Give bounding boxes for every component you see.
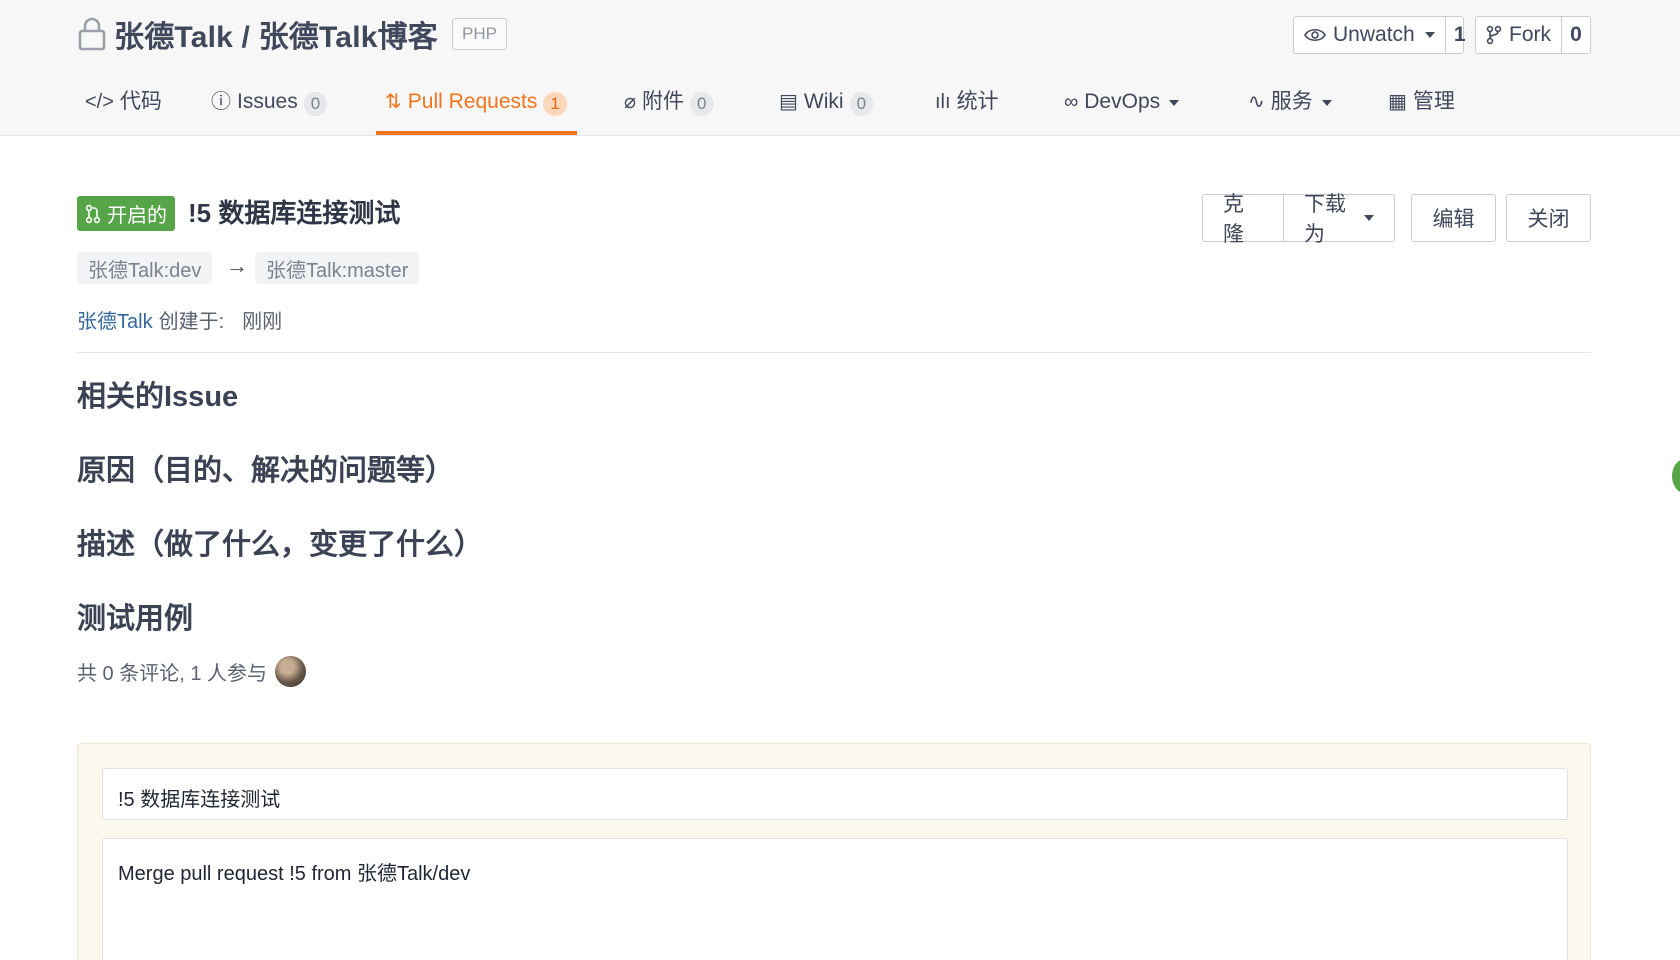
merge-title-input[interactable]: !5 数据库连接测试 <box>102 768 1568 820</box>
tab-count-badge: 1 <box>543 92 567 116</box>
source-branch[interactable]: 张德Talk:dev <box>77 252 213 284</box>
repo-tabs: </> 代码 ⓘ Issues 0 ⇅ Pull Requests 1 ⌀ 附件… <box>0 82 1680 136</box>
side-widget-button[interactable] <box>1672 458 1680 494</box>
watch-button-group: Unwatch 1 <box>1293 16 1466 54</box>
unwatch-button[interactable]: Unwatch <box>1294 17 1446 53</box>
paperclip-icon: ⌀ <box>624 91 637 113</box>
chevron-down-icon <box>1169 100 1180 106</box>
avatar[interactable] <box>275 656 307 687</box>
language-badge: PHP <box>452 18 507 50</box>
section-reason: 原因（目的、解决的问题等） <box>77 455 455 487</box>
created-label: 创建于: <box>158 311 225 333</box>
pulse-icon: ∿ <box>1248 91 1265 113</box>
tab-issues[interactable]: ⓘ Issues 0 <box>211 82 328 136</box>
status-label: 开启的 <box>107 205 167 227</box>
tab-label: 服务 <box>1270 90 1313 113</box>
section-test-cases: 测试用例 <box>77 603 194 635</box>
fork-count[interactable]: 0 <box>1562 17 1590 53</box>
tab-label: 代码 <box>119 90 162 113</box>
chevron-down-icon <box>1364 215 1374 221</box>
section-description: 描述（做了什么，变更了什么） <box>77 529 484 561</box>
created-time: 刚刚 <box>242 311 283 333</box>
repo-name[interactable]: 张德Talk / 张德Talk博客 <box>114 12 438 56</box>
close-button[interactable]: 关闭 <box>1507 195 1590 241</box>
fork-button[interactable]: Fork <box>1476 17 1562 53</box>
pr-title: !5 数据库连接测试 <box>188 198 401 228</box>
status-badge: 开启的 <box>77 196 175 231</box>
merge-box: !5 数据库连接测试 Merge pull request !5 from 张德… <box>77 743 1591 960</box>
pull-request-icon <box>85 204 101 223</box>
chevron-down-icon <box>1424 32 1435 38</box>
tab-wiki[interactable]: ▤ Wiki 0 <box>779 82 874 136</box>
bar-chart-icon: ılı <box>935 91 951 113</box>
eye-icon <box>1304 28 1326 42</box>
issue-icon: ⓘ <box>211 91 231 113</box>
author-link[interactable]: 张德Talk <box>77 305 153 334</box>
created-info: 张德Talk 创建于: 刚刚 <box>77 305 282 334</box>
watch-count[interactable]: 1 <box>1446 17 1474 53</box>
lock-icon <box>78 17 106 51</box>
tab-label: DevOps <box>1084 90 1161 113</box>
tab-label: 附件 <box>642 90 685 113</box>
tab-stats[interactable]: ılı 统计 <box>935 82 999 136</box>
comments-summary: 共 0 条评论, 1 人参与 <box>77 656 307 687</box>
fork-button-group: Fork 0 <box>1475 16 1591 54</box>
tab-label: 管理 <box>1412 90 1455 113</box>
tab-count-badge: 0 <box>849 92 874 116</box>
tab-pull-requests[interactable]: ⇅ Pull Requests 1 <box>385 82 567 136</box>
comments-summary-text: 共 0 条评论, 1 人参与 <box>77 663 268 685</box>
divider <box>77 352 1591 353</box>
unwatch-label: Unwatch <box>1333 23 1415 46</box>
code-icon: </> <box>85 91 114 113</box>
tab-count-badge: 0 <box>690 92 714 116</box>
repo-title: 张德Talk / 张德Talk博客 PHP <box>78 14 507 54</box>
section-related-issue: 相关的Issue <box>77 381 239 413</box>
merge-message-textarea[interactable]: Merge pull request !5 from 张德Talk/dev <box>102 838 1568 960</box>
tab-services[interactable]: ∿ 服务 <box>1248 82 1332 136</box>
tab-label: Issues <box>237 90 298 113</box>
tab-attachments[interactable]: ⌀ 附件 0 <box>624 82 714 136</box>
fork-icon <box>1486 25 1502 45</box>
edit-button[interactable]: 编辑 <box>1412 195 1495 241</box>
repo-header: 张德Talk / 张德Talk博客 PHP Unwatch 1 Fork 0 <… <box>0 0 1680 136</box>
document-icon: ▦ <box>1388 91 1407 113</box>
infinity-icon: ∞ <box>1064 91 1079 113</box>
clone-button[interactable]: 克隆 <box>1203 193 1283 246</box>
book-icon: ▤ <box>779 91 798 113</box>
pull-request-icon: ⇅ <box>385 91 402 113</box>
close-button-wrap: 关闭 <box>1506 194 1591 242</box>
clone-download-group: 克隆 下载为 <box>1202 193 1395 246</box>
tab-label: Pull Requests <box>407 90 538 113</box>
tab-devops[interactable]: ∞ DevOps <box>1064 82 1180 136</box>
download-button[interactable]: 下载为 <box>1283 193 1394 246</box>
tab-manage[interactable]: ▦ 管理 <box>1388 82 1455 136</box>
tab-label: 统计 <box>956 90 999 113</box>
fork-label: Fork <box>1509 23 1551 46</box>
tab-label: Wiki <box>803 90 844 113</box>
tab-code[interactable]: </> 代码 <box>85 82 162 136</box>
edit-button-wrap: 编辑 <box>1411 194 1496 242</box>
chevron-down-icon <box>1321 100 1332 106</box>
download-label: 下载为 <box>1304 193 1346 246</box>
arrow-right-icon: → <box>226 253 248 278</box>
target-branch[interactable]: 张德Talk:master <box>255 252 420 284</box>
tab-count-badge: 0 <box>303 92 328 116</box>
active-tab-indicator <box>376 131 577 135</box>
